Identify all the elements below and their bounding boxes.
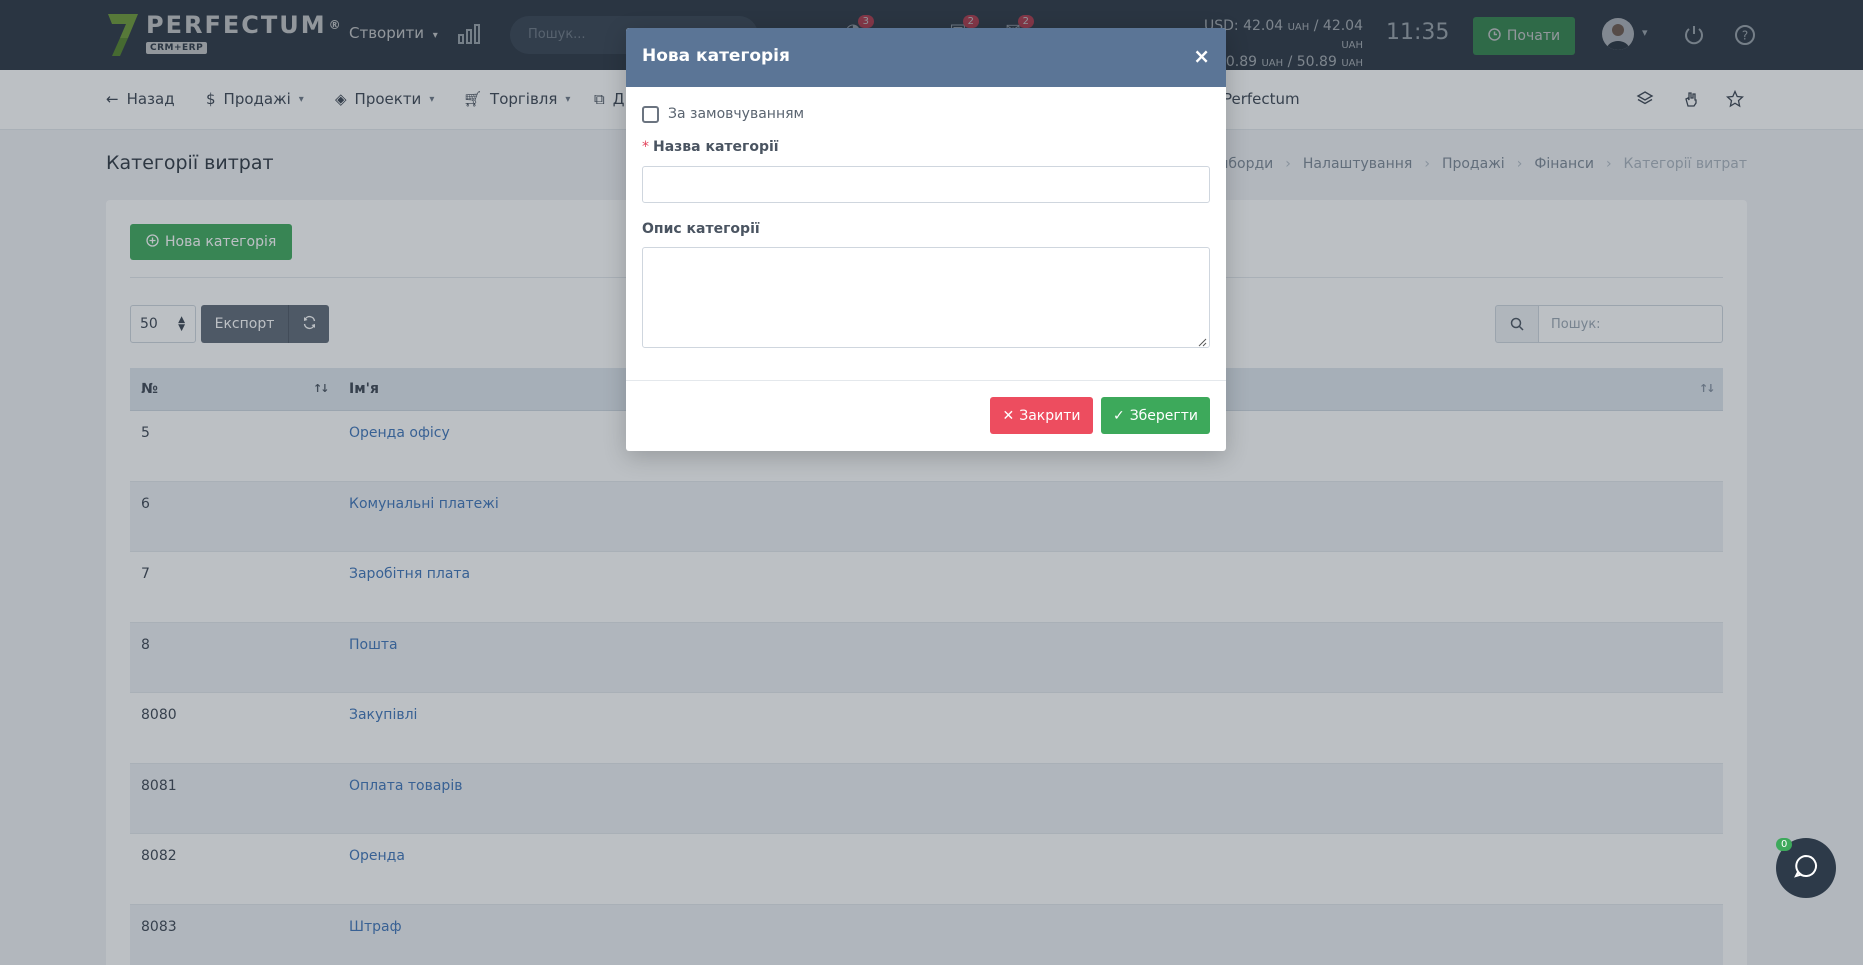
close-button-label: Закрити xyxy=(1019,407,1081,424)
save-button[interactable]: ✓ Зберегти xyxy=(1101,397,1210,434)
save-button-label: Зберегти xyxy=(1129,407,1199,424)
chat-bubble-icon xyxy=(1793,853,1819,883)
chat-widget-button[interactable]: 0 xyxy=(1776,838,1836,898)
modal-title: Нова категорія xyxy=(642,46,790,66)
category-name-label-text: Назва категорії xyxy=(653,139,779,155)
close-button[interactable]: ✕ Закрити xyxy=(990,397,1093,434)
resize-grip-icon[interactable] xyxy=(1197,335,1207,347)
modal-footer: ✕ Закрити ✓ Зберегти xyxy=(626,381,1226,451)
modal-header: Нова категорія × xyxy=(626,28,1226,87)
check-icon: ✓ xyxy=(1112,407,1125,424)
category-name-input[interactable] xyxy=(642,166,1210,203)
default-checkbox-label[interactable]: За замовчуванням xyxy=(668,106,804,122)
category-name-label: * Назва категорії xyxy=(642,139,779,155)
chat-badge: 0 xyxy=(1776,838,1793,851)
close-icon[interactable]: × xyxy=(1193,44,1210,68)
default-checkbox[interactable] xyxy=(642,106,659,123)
new-category-modal: Нова категорія × За замовчуванням * Назва… xyxy=(626,28,1226,451)
modal-body: За замовчуванням * Назва категорії Опис к… xyxy=(626,87,1226,381)
required-mark: * xyxy=(642,139,649,155)
category-description-textarea[interactable] xyxy=(642,247,1210,348)
x-icon: ✕ xyxy=(1002,407,1015,424)
category-description-label: Опис категорії xyxy=(642,221,760,237)
